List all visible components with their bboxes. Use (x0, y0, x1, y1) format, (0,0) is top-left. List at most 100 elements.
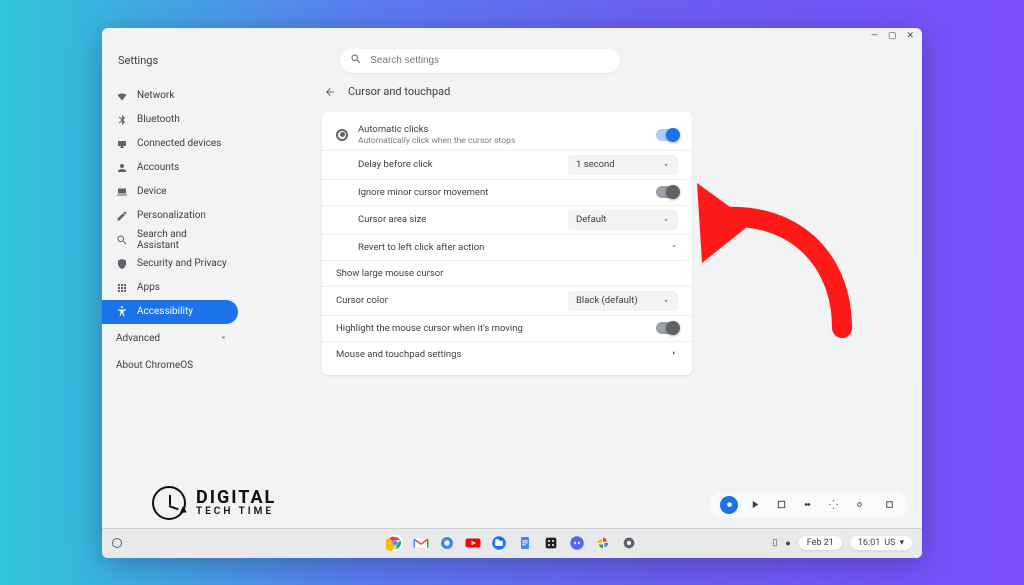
select-cursor-area[interactable]: Default (568, 210, 678, 230)
quick-double-click-icon[interactable] (798, 496, 816, 514)
back-arrow-icon (324, 86, 336, 98)
row-mouse-touchpad-settings[interactable]: Mouse and touchpad settings (322, 341, 692, 367)
phone-icon: ▯ (772, 538, 777, 548)
files-icon[interactable] (490, 534, 508, 552)
setting-subtitle: Automatically click when the cursor stop… (358, 136, 515, 146)
quick-scroll-icon[interactable] (850, 496, 868, 514)
chevron-down-icon (219, 333, 228, 345)
row-delay-before-click: Delay before click 1 second (322, 150, 692, 179)
setting-label: Mouse and touchpad settings (336, 349, 461, 360)
setting-label: Cursor area size (358, 214, 426, 225)
header-bar: Settings (102, 44, 922, 78)
chevron-down-icon (662, 216, 670, 224)
chrome-icon[interactable] (386, 534, 404, 552)
search-icon (116, 234, 128, 246)
search-input[interactable] (370, 55, 610, 66)
quick-autoclick-button[interactable] (720, 496, 738, 514)
sidebar-item-label: Device (137, 186, 167, 197)
notification-icon: ● (785, 538, 790, 549)
shield-icon (116, 258, 128, 270)
quick-left-click-icon[interactable] (746, 496, 764, 514)
setting-title: Automatic clicks (358, 124, 428, 135)
select-delay[interactable]: 1 second (568, 155, 678, 175)
logo-line2: TECH TIME (196, 507, 276, 517)
select-value: 1 second (576, 159, 615, 170)
discord-icon[interactable] (568, 534, 586, 552)
chat-icon[interactable] (438, 534, 456, 552)
sidebar-item-label: Accessibility (137, 306, 193, 317)
sidebar-item-label: Accounts (137, 162, 179, 173)
maximize-icon[interactable]: ▢ (888, 31, 897, 41)
app-icon[interactable] (542, 534, 560, 552)
sidebar-item-search-assistant[interactable]: Search and Assistant (102, 228, 242, 252)
sidebar-item-label: Bluetooth (137, 114, 180, 125)
setting-label: Ignore minor cursor movement (358, 187, 488, 198)
row-highlight-moving: Highlight the mouse cursor when it's mov… (322, 315, 692, 341)
setting-label: Show large mouse cursor (336, 268, 443, 279)
settings-app-icon[interactable] (620, 534, 638, 552)
youtube-icon[interactable] (464, 534, 482, 552)
sidebar-item-device[interactable]: Device (102, 180, 242, 204)
sidebar-item-apps[interactable]: Apps (102, 276, 242, 300)
watermark-logo: DIGITAL TECH TIME (152, 486, 276, 520)
accessibility-icon (116, 306, 128, 318)
panel-title: Cursor and touchpad (348, 85, 450, 98)
toggle-highlight-moving[interactable] (656, 322, 678, 334)
apps-icon (116, 282, 128, 294)
setting-label: Highlight the mouse cursor when it's mov… (336, 323, 523, 334)
sidebar-item-bluetooth[interactable]: Bluetooth (102, 108, 242, 132)
back-button[interactable] (322, 84, 338, 100)
minimize-icon[interactable]: — (871, 31, 878, 41)
gmail-icon[interactable] (412, 534, 430, 552)
chevron-right-icon (670, 349, 678, 360)
setting-label: Delay before click (358, 159, 433, 170)
toggle-automatic-clicks[interactable] (656, 129, 678, 141)
select-value: Default (576, 214, 606, 225)
status-pill-time[interactable]: 16:01 US ▾ (850, 536, 912, 550)
laptop-icon (116, 186, 128, 198)
row-show-large-cursor[interactable]: Show large mouse cursor (322, 260, 692, 286)
clock-logo-icon (152, 486, 186, 520)
sidebar-item-accounts[interactable]: Accounts (102, 156, 242, 180)
status-pill[interactable]: Feb 21 (799, 536, 842, 550)
sidebar-item-security-privacy[interactable]: Security and Privacy (102, 252, 242, 276)
app-title: Settings (114, 54, 158, 67)
photos-icon[interactable] (594, 534, 612, 552)
chevron-down-icon (662, 297, 670, 305)
sidebar-item-personalization[interactable]: Personalization (102, 204, 242, 228)
main-area: Cursor and touchpad Automatic clicks Aut… (242, 78, 922, 558)
sidebar-item-connected-devices[interactable]: Connected devices (102, 132, 242, 156)
setting-label: Revert to left click after action (358, 242, 484, 253)
shelf: ▯ ● Feb 21 16:01 US ▾ (102, 528, 922, 558)
sidebar-item-label: Search and Assistant (137, 229, 228, 251)
sidebar-item-accessibility[interactable]: Accessibility (102, 300, 238, 324)
toggle-ignore-minor[interactable] (656, 186, 678, 198)
panel-header: Cursor and touchpad (322, 80, 692, 104)
window-titlebar: — ▢ ✕ (102, 28, 922, 44)
quick-right-click-icon[interactable] (772, 496, 790, 514)
launcher-icon[interactable] (112, 538, 122, 548)
quick-drag-icon[interactable] (824, 496, 842, 514)
row-automatic-clicks: Automatic clicks Automatically click whe… (322, 120, 692, 150)
quick-dock-icon[interactable] (880, 496, 898, 514)
setting-label: Cursor color (336, 295, 388, 306)
row-cursor-area-size: Cursor area size Default (322, 205, 692, 234)
settings-card: Automatic clicks Automatically click whe… (322, 112, 692, 375)
settings-panel: Cursor and touchpad Automatic clicks Aut… (322, 78, 692, 558)
sidebar-advanced[interactable]: Advanced (102, 324, 242, 348)
sidebar-about[interactable]: About ChromeOS (102, 348, 242, 383)
tray-locale: US (884, 538, 895, 548)
accessibility-quick-menu (710, 492, 908, 518)
close-icon[interactable]: ✕ (906, 31, 914, 41)
settings-window: — ▢ ✕ Settings Network Bluetooth Co (102, 28, 922, 558)
chevron-down-icon (662, 161, 670, 169)
system-tray[interactable]: ▯ ● Feb 21 16:01 US ▾ (772, 536, 912, 550)
tray-time: 16:01 (858, 538, 880, 548)
pen-icon (116, 210, 128, 222)
docs-icon[interactable] (516, 534, 534, 552)
search-box[interactable] (340, 49, 620, 73)
bluetooth-icon (116, 114, 128, 126)
search-icon (350, 53, 362, 68)
select-cursor-color[interactable]: Black (default) (568, 291, 678, 311)
sidebar-item-network[interactable]: Network (102, 84, 242, 108)
